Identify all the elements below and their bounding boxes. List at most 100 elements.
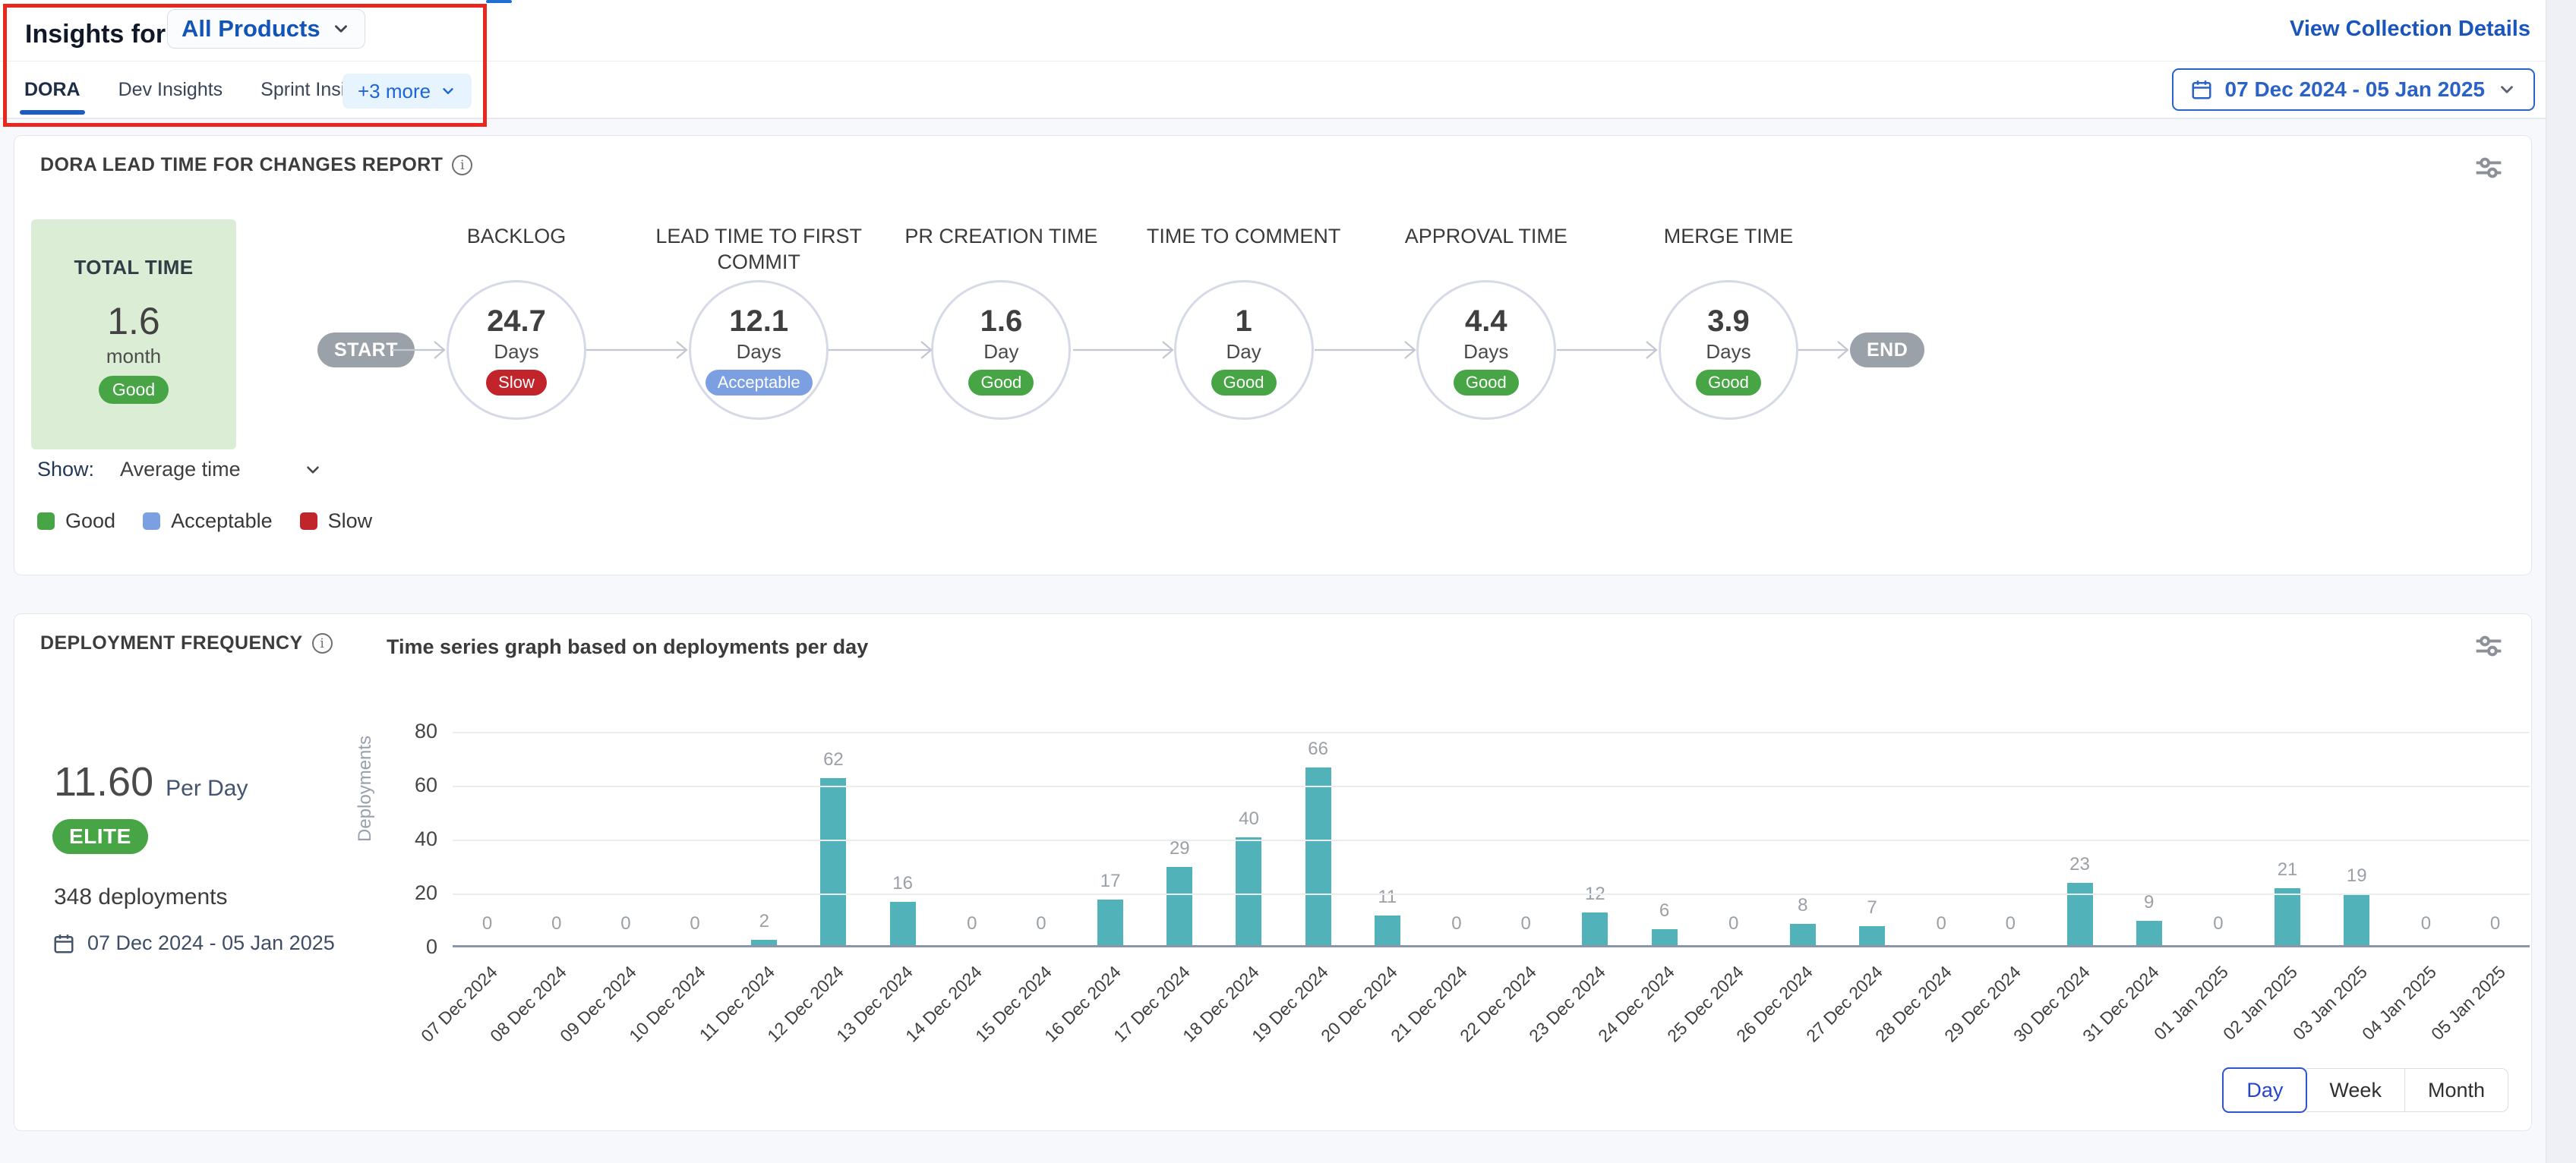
bar-value-label: 0 [1520,913,1530,934]
view-collection-details-link[interactable]: View Collection Details [2290,17,2530,42]
deployments-bar-chart: 007 Dec 2024008 Dec 2024009 Dec 2024010 … [453,732,2530,947]
show-value: Average time [120,458,241,481]
bar [1305,767,1331,945]
bar-value-label: 0 [1728,913,1738,934]
bar [1375,916,1400,945]
bar [2067,883,2093,945]
stage-unit: Day [983,340,1018,364]
bar-value-label: 40 [1239,808,1259,830]
x-tick-label: 01 Jan 2025 [2150,962,2233,1045]
product-selector-dropdown[interactable]: All Products [167,9,365,49]
bar-slot: 2330 Dec 2024 [2045,732,2114,945]
stage-node-backlog: 24.7DaysSlow [447,280,586,420]
tab-dora[interactable]: DORA [23,61,82,118]
tab-dev-insights[interactable]: Dev Insights [117,61,225,118]
total-deployments: 348 deployments [54,884,228,910]
stat-date-range: 07 Dec 2024 - 05 Jan 2025 [87,931,335,955]
cropped-link-artifact [486,0,512,3]
stage-title: LEAD TIME TO FIRST COMMIT [637,224,880,276]
y-tick-label: 0 [392,935,437,959]
bar-slot: 931 Dec 2024 [2114,732,2183,945]
info-icon[interactable]: i [312,633,333,654]
show-metric-dropdown[interactable]: Show: Average time [37,458,323,481]
stage-unit: Days [494,340,538,364]
gridline [453,840,2530,841]
legend-item-slow: Slow [300,509,373,533]
y-axis-label: Deployments [352,709,379,868]
stage-unit: Days [737,340,781,364]
stage-node-pr-creation-time: 1.6DayGood [931,280,1071,420]
bar-slot: 001 Jan 2025 [2183,732,2252,945]
bar-slot: 029 Dec 2024 [1976,732,2045,945]
date-range-value: 07 Dec 2024 - 05 Jan 2025 [2225,77,2485,102]
bar-slot: 4018 Dec 2024 [1214,732,1283,945]
bar-value-label: 62 [823,749,844,771]
legend-item-good: Good [37,509,115,533]
bar-slot: 1613 Dec 2024 [868,732,937,945]
flow-arrow-icon [1073,339,1175,361]
legend-label: Good [65,509,115,533]
performance-badge: ELITE [52,819,148,854]
bar-slot: 025 Dec 2024 [1699,732,1768,945]
granularity-week-button[interactable]: Week [2306,1068,2405,1112]
bar [1166,867,1192,945]
bar-slot: 022 Dec 2024 [1492,732,1561,945]
bar [2136,921,2162,945]
chevron-down-icon [303,460,323,480]
gridline [453,894,2530,895]
chart-title: Time series graph based on deployments p… [387,635,868,659]
top-header: Insights for All Products View Collectio… [0,0,2546,61]
stage-status-badge: Slow [486,370,547,396]
flow-arrow-icon [1798,339,1850,361]
bar-slot: 1903 Jan 2025 [2322,732,2391,945]
stage-unit: Days [1463,340,1508,364]
stage-value: 3.9 [1707,304,1750,339]
bar [2344,894,2369,945]
stage-status-badge: Good [1211,370,1277,396]
calendar-icon [2190,78,2213,101]
date-range-picker[interactable]: 07 Dec 2024 - 05 Jan 2025 [2172,68,2535,111]
bar-value-label: 8 [1798,895,1807,916]
stage-title: APPROVAL TIME [1365,224,1608,250]
bar-value-label: 0 [967,913,977,934]
granularity-month-button[interactable]: Month [2405,1068,2508,1112]
bar-slot: 1223 Dec 2024 [1561,732,1630,945]
more-tabs-button[interactable]: +3 more [343,74,472,109]
legend-swatch [300,512,317,530]
bar-value-label: 0 [551,913,561,934]
bar-value-label: 9 [2144,892,2154,913]
bar [2275,888,2300,945]
more-tabs-label: +3 more [358,80,431,103]
deployment-rate-unit: Per Day [166,776,248,802]
stage-status-badge: Good [968,370,1034,396]
legend-swatch [143,512,160,530]
bar-value-label: 0 [482,913,492,934]
bar [751,940,777,945]
stage-value: 1 [1235,304,1252,339]
granularity-day-button[interactable]: Day [2222,1067,2307,1113]
legend-swatch [37,512,55,530]
x-tick-label: 04 Jan 2025 [2358,962,2441,1045]
bar-slot: 211 Dec 2024 [730,732,799,945]
bar [1097,900,1123,945]
chevron-down-icon [331,19,351,39]
bar-slot: 2917 Dec 2024 [1145,732,1214,945]
stage-value: 12.1 [729,304,788,339]
stage-unit: Days [1706,340,1750,364]
bar-slot: 727 Dec 2024 [1837,732,1906,945]
bar [820,778,846,945]
stage-node-merge-time: 3.9DaysGood [1659,280,1798,420]
lead-time-report-card: DORA LEAD TIME FOR CHANGES REPORT i TOTA… [14,135,2532,575]
bar-value-label: 7 [1867,897,1877,919]
bar-value-label: 66 [1308,739,1328,760]
chart-settings-button[interactable] [2473,631,2507,661]
report-tabbar: DORADev InsightsSprint Insights +3 more … [0,61,2546,119]
product-selector-value: All Products [182,15,320,43]
bar-value-label: 2 [759,911,769,932]
bar-slot: 826 Dec 2024 [1768,732,1837,945]
stage-node-time-to-comment: 1DayGood [1174,280,1314,420]
bar-value-label: 17 [1100,871,1121,892]
x-tick-label: 02 Jan 2025 [2220,962,2303,1045]
stage-node-approval-time: 4.4DaysGood [1416,280,1556,420]
flow-arrow-icon [586,339,689,361]
